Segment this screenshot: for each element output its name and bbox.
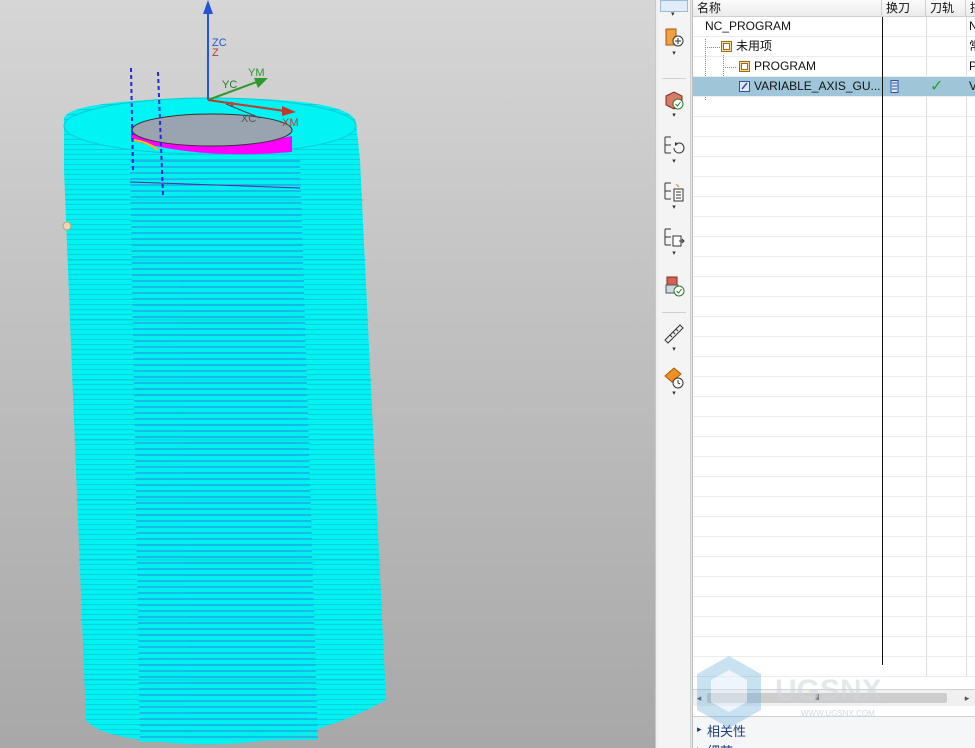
tree-row-label: PROGRAM — [754, 59, 817, 73]
chevron-down-icon: ▾ — [672, 250, 676, 257]
column-header-tool-change[interactable]: 换刀 — [882, 0, 926, 17]
path-ok-check-icon: ✓ — [926, 77, 966, 96]
tree-row-extra: V — [966, 77, 975, 96]
axis-label-yc: YC — [222, 79, 237, 91]
nx-cam-window: ZC Z YC YM XC XM ▾ ▾ ▾ ▾ ▾ ▾ ▾ ▾ 名称 换刀 刀… — [0, 0, 975, 748]
column-header-extra[interactable]: 描 — [966, 0, 975, 17]
program-folder-icon — [739, 61, 750, 72]
tree-row-extra: 常 — [966, 37, 975, 56]
operation-list-button[interactable]: ▾ — [660, 180, 688, 220]
operation-icon — [739, 81, 750, 92]
assembly-navigator-icon — [665, 28, 684, 47]
scroll-right-icon[interactable]: ▸ — [961, 691, 973, 705]
tree-row-label: VARIABLE_AXIS_GU... — [754, 79, 881, 93]
tool-change-icon — [890, 80, 899, 93]
column-header-path[interactable]: 刀轨 — [926, 0, 966, 17]
chevron-down-icon: ▾ — [672, 204, 676, 211]
tree-row-label: NC_PROGRAM — [705, 19, 792, 33]
column-resize-line[interactable] — [882, 17, 883, 665]
tree-row-extra: P — [966, 57, 975, 76]
horizontal-scrollbar[interactable]: ◂ III ▸ — [693, 689, 975, 706]
ruler-button[interactable]: ▾ — [660, 322, 688, 362]
operation-export-button[interactable]: ▾ — [660, 226, 688, 266]
chevron-down-icon: ▾ — [672, 50, 676, 57]
chevron-down-icon[interactable]: ▾ — [671, 11, 675, 19]
resource-bar: ▾ ▾ ▾ ▾ ▾ ▾ ▾ ▾ — [658, 0, 691, 748]
operation-export-icon — [664, 228, 685, 247]
column-header-name[interactable]: 名称 — [693, 0, 882, 17]
operation-refresh-icon — [664, 136, 685, 154]
tree-row-unused-items[interactable]: 未用项 常 — [693, 37, 975, 57]
tree-row-extra: N — [966, 17, 975, 36]
machine-check-button[interactable] — [660, 274, 688, 314]
operation-navigator: 名称 换刀 刀轨 描 NC_PROGRAM N 未用项 常 — [692, 0, 975, 748]
part-top-face — [131, 113, 293, 147]
graphics-viewport[interactable]: ZC Z YC YM XC XM — [0, 0, 655, 748]
assembly-navigator-button[interactable]: ▾ — [660, 26, 688, 66]
details-panel-toggle[interactable]: 细节 — [707, 741, 733, 748]
operation-list-icon — [664, 182, 684, 202]
axis-label-z: Z — [212, 47, 219, 59]
navigator-bottom-panels: ▸ 相关性 ▸ 细节 — [693, 716, 975, 748]
ruler-icon — [664, 324, 684, 344]
point-marker — [62, 221, 72, 231]
expand-caret-icon[interactable]: ▸ — [697, 724, 702, 735]
constraint-navigator-button[interactable]: ▾ — [660, 88, 688, 128]
chevron-down-icon: ▾ — [672, 390, 676, 397]
navigator-header: 名称 换刀 刀轨 描 — [693, 0, 975, 17]
dependencies-panel-toggle[interactable]: 相关性 — [707, 721, 746, 740]
tree-row-variable-axis-operation[interactable]: VARIABLE_AXIS_GU... ✓ V — [693, 77, 975, 97]
scroll-left-icon[interactable]: ◂ — [693, 691, 705, 705]
scrollbar-thumb[interactable] — [707, 693, 947, 703]
constraint-navigator-icon — [665, 91, 684, 110]
history-button[interactable]: ▾ — [660, 366, 688, 406]
chevron-down-icon: ▾ — [672, 112, 676, 119]
toolpath-scene: ZC Z YC YM XC XM — [62, 0, 386, 745]
history-icon — [664, 367, 684, 389]
chevron-down-icon: ▾ — [672, 158, 676, 165]
program-folder-icon — [721, 41, 732, 52]
operation-refresh-button[interactable]: ▾ — [660, 134, 688, 174]
operation-tree: NC_PROGRAM N 未用项 常 PROGRAM P VARIABLE_AX… — [693, 17, 975, 689]
axis-label-ym: YM — [248, 67, 265, 79]
scroll-grip-icon: III — [815, 693, 820, 702]
tree-row-label: 未用项 — [736, 39, 773, 53]
tree-row-nc-program[interactable]: NC_PROGRAM N — [693, 17, 975, 37]
tree-row-program[interactable]: PROGRAM P — [693, 57, 975, 77]
chevron-down-icon: ▾ — [672, 346, 676, 353]
machine-check-icon — [665, 276, 685, 297]
expand-caret-icon[interactable]: ▸ — [697, 744, 702, 748]
axis-label-xm: XM — [282, 117, 299, 129]
axis-label-xc: XC — [241, 113, 256, 125]
